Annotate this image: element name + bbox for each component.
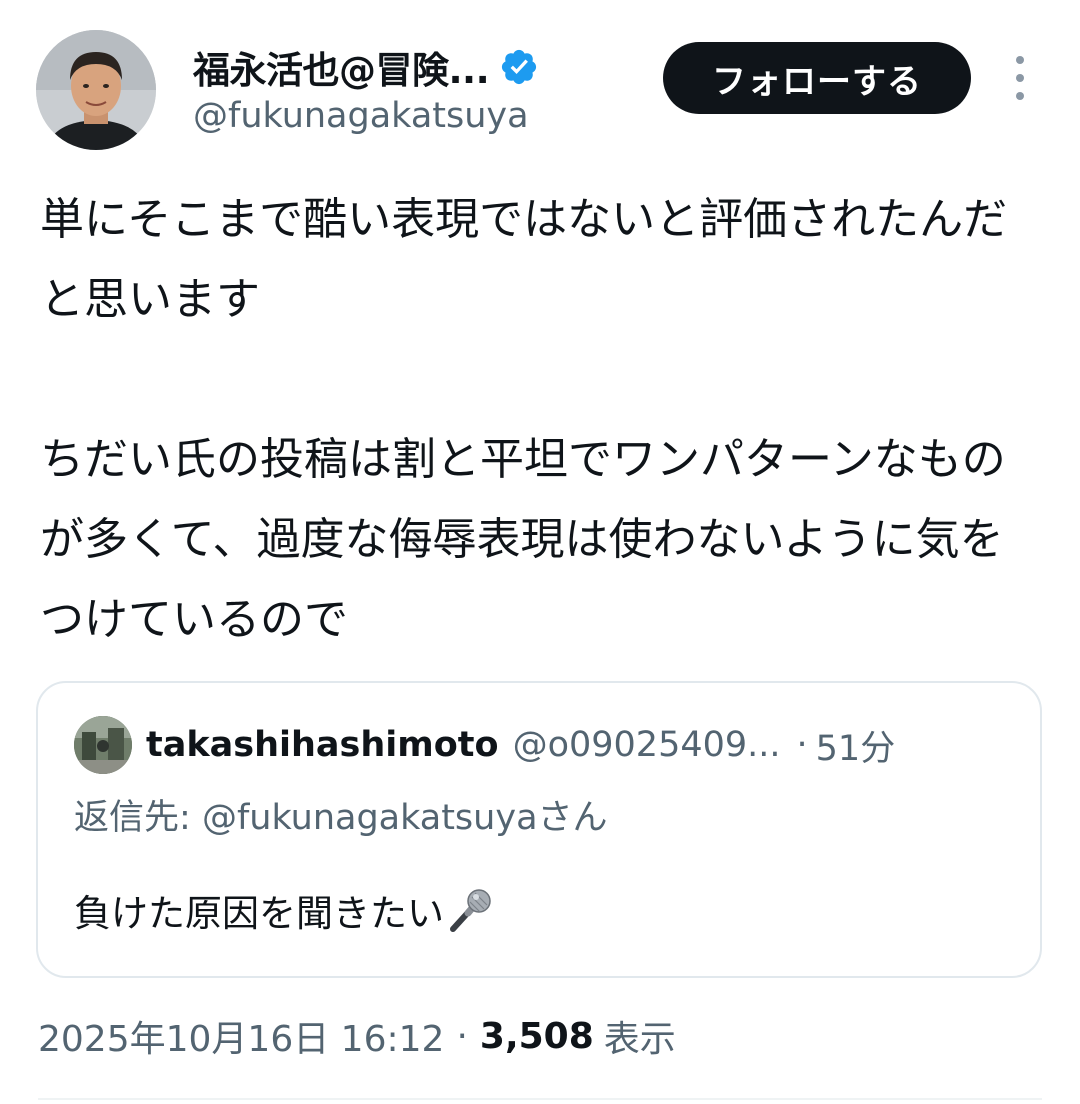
- tweet-paragraph: ちだい氏の投稿は割と平坦でワンパターンなものが多くて、過度な侮辱表現は使わないよ…: [40, 434, 1006, 645]
- author-handle[interactable]: @fukunagakatsuya: [193, 96, 529, 136]
- quoted-time[interactable]: 51分: [816, 720, 896, 771]
- more-options-icon[interactable]: [1004, 56, 1036, 100]
- separator-dot: ·: [456, 1015, 468, 1057]
- reply-to-handle[interactable]: @fukunagakatsuyaさん: [202, 798, 608, 838]
- quoted-tweet-card[interactable]: takashihashimoto @o09025409... · 51分 返信先…: [36, 681, 1042, 978]
- quoted-tweet-text: 負けた原因を聞きたい: [74, 883, 496, 937]
- follow-button[interactable]: フォローする: [663, 42, 971, 114]
- tweet-meta: 2025年10月16日 16:12 · 3,508 表示: [38, 1008, 676, 1064]
- views-label: 表示: [603, 1019, 676, 1060]
- more-dot: [1016, 92, 1024, 100]
- tweet-header: 福永活也@冒険... @fukunagakatsuya フォローする: [0, 0, 1080, 160]
- tweet-paragraph: 単にそこまで酷い表現ではないと評価されたんだと思います: [40, 194, 1008, 325]
- quoted-display-name[interactable]: takashihashimoto: [146, 725, 499, 765]
- divider: [38, 1098, 1042, 1100]
- quoted-text-content: 負けた原因を聞きたい: [74, 892, 444, 935]
- quoted-tweet-header: takashihashimoto @o09025409... · 51分: [74, 713, 895, 777]
- more-dot: [1016, 56, 1024, 64]
- tweet-timestamp[interactable]: 2025年10月16日 16:12: [38, 1010, 444, 1062]
- quoted-author-avatar[interactable]: [74, 716, 132, 774]
- reply-to-line: 返信先: @fukunagakatsuyaさん: [74, 789, 608, 840]
- quoted-handle[interactable]: @o09025409...: [513, 725, 781, 765]
- reply-prefix: 返信先:: [74, 798, 191, 838]
- tweet-text: 単にそこまで酷い表現ではないと評価されたんだと思います ちだい氏の投稿は割と平坦…: [40, 180, 1040, 660]
- more-dot: [1016, 74, 1024, 82]
- separator-dot: ·: [796, 725, 808, 765]
- author-avatar[interactable]: [36, 30, 156, 150]
- author-display-name[interactable]: 福永活也@冒険...: [193, 40, 490, 94]
- author-name-row: 福永活也@冒険...: [193, 38, 539, 96]
- verified-badge-icon[interactable]: [499, 47, 539, 87]
- views-count: 3,508: [479, 1015, 594, 1057]
- microphone-icon: [446, 885, 496, 935]
